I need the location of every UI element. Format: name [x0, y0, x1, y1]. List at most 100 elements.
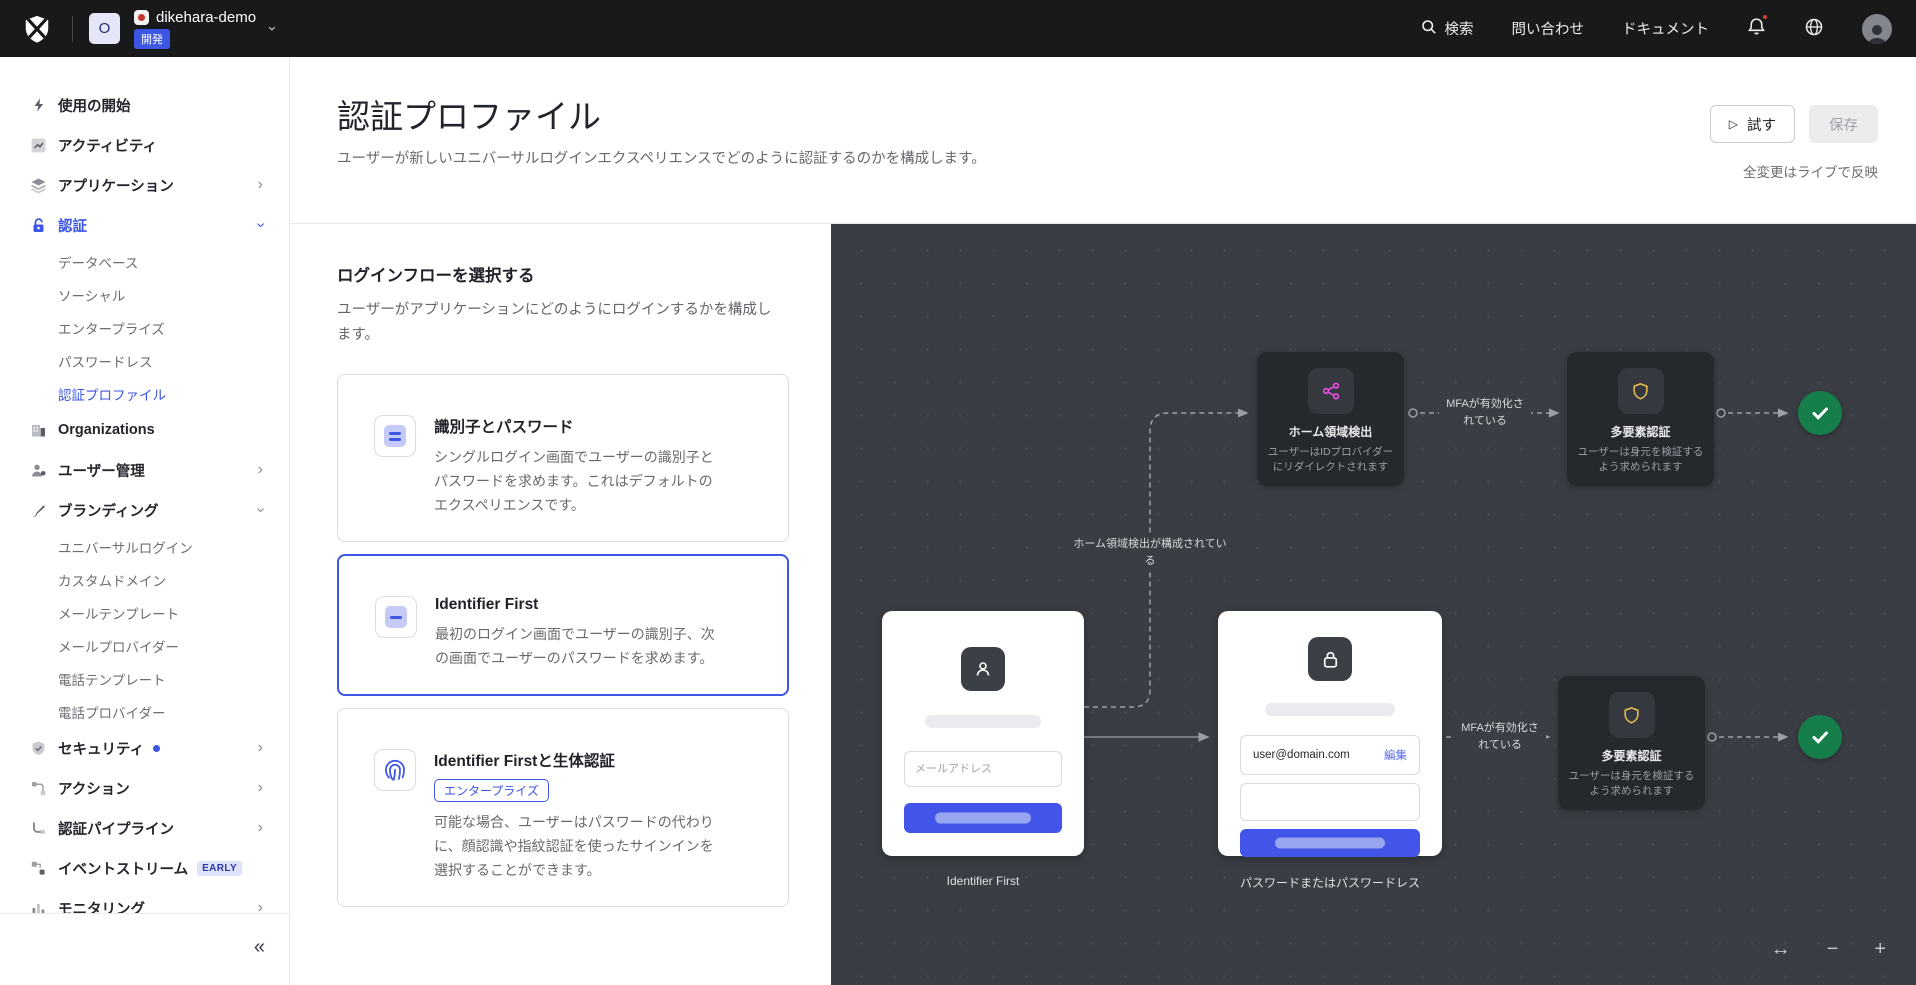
sidebar-item-label: アプリケーション [58, 175, 174, 196]
save-button[interactable]: 保存 [1809, 105, 1878, 143]
sidebar-item-user-management[interactable]: ユーザー管理 › [0, 450, 289, 490]
docs-link[interactable]: ドキュメント [1622, 18, 1709, 39]
button-label-bar [1275, 838, 1385, 849]
sidebar-item-label: メールテンプレート [58, 603, 179, 623]
pipeline-icon [30, 820, 47, 837]
sidebar-collapse-bar: « [0, 913, 289, 985]
flow-diagram-canvas[interactable]: ホーム領域検出 ユーザーはIDプロバイダーにリダイレクトされます 多要素認証 ユ… [831, 224, 1916, 985]
page-subtitle: ユーザーが新しいユニバーサルログインエクスペリエンスでどのように認証するのかを構… [337, 147, 986, 168]
live-changes-note: 全変更はライブで反映 [1743, 161, 1878, 181]
chevron-right-icon: › [258, 177, 263, 193]
topbar-right: 検索 問い合わせ ドキュメント [1421, 14, 1893, 44]
header-actions: ▷ 試す 保存 [1710, 105, 1878, 143]
sidebar-item-authentication[interactable]: 認証 › [0, 205, 289, 245]
lock-icon [1308, 637, 1352, 681]
sidebar-item-auth-pipeline[interactable]: 認証パイプライン › [0, 808, 289, 848]
button-label-bar [935, 813, 1031, 824]
sidebar-item-label: パスワードレス [58, 351, 153, 371]
sidebar-item-label: エンタープライズ [58, 318, 165, 338]
sidebar-item-passwordless[interactable]: パスワードレス [0, 344, 289, 377]
node-title: 多要素認証 [1558, 747, 1705, 764]
email-placeholder: メールアドレス [905, 752, 1061, 786]
search-button[interactable]: 検索 [1421, 18, 1474, 39]
sidebar-item-phone-provider[interactable]: 電話プロバイダー [0, 695, 289, 728]
node-mfa-bottom: 多要素認証 ユーザーは身元を検証するよう求められます [1558, 676, 1705, 810]
sidebar-item-getting-started[interactable]: 使用の開始 [0, 85, 289, 125]
option-title: Identifier First [435, 596, 727, 614]
success-check-icon [1798, 715, 1842, 759]
user-avatar[interactable] [1862, 14, 1892, 44]
chevron-right-icon: › [258, 820, 263, 836]
try-button-label: 試す [1747, 114, 1776, 135]
sidebar-item-email-templates[interactable]: メールテンプレート [0, 596, 289, 629]
brush-icon [30, 502, 47, 519]
sidebar: 使用の開始 アクティビティ アプリケーション › 認証 › データベース ソーシ… [0, 57, 290, 985]
option-identifier-first-biometrics[interactable]: Identifier Firstと生体認証 エンタープライズ 可能な場合、ユーザ… [337, 708, 789, 907]
sidebar-item-security[interactable]: セキュリティ › [0, 728, 289, 768]
sidebar-item-label: アクション [58, 778, 130, 799]
chevron-down-icon: › [264, 26, 281, 31]
notifications-button[interactable] [1747, 17, 1766, 40]
try-button[interactable]: ▷ 試す [1710, 105, 1795, 143]
sidebar-item-actions[interactable]: アクション › [0, 768, 289, 808]
sidebar-item-label: 認証 [58, 215, 87, 236]
mock-card-label: パスワードまたはパスワードレス [1218, 874, 1442, 891]
sidebar-item-universal-login[interactable]: ユニバーサルログイン [0, 530, 289, 563]
sidebar-item-activity[interactable]: アクティビティ [0, 125, 289, 165]
contact-link[interactable]: 問い合わせ [1512, 18, 1585, 39]
environment-badge: 開発 [134, 29, 170, 49]
notification-dot [1761, 13, 1769, 21]
shield-icon [1618, 368, 1664, 414]
chevron-down-icon: › [252, 222, 268, 227]
flow-panel-description: ユーザーがアプリケーションにどのようにログインするかを構成します。 [337, 298, 782, 348]
sidebar-item-enterprise[interactable]: エンタープライズ [0, 311, 289, 344]
sidebar-item-authentication-profile[interactable]: 認証プロファイル [0, 377, 289, 410]
sidebar-item-label: 電話テンプレート [58, 669, 166, 689]
sidebar-item-label: ソーシャル [58, 285, 125, 305]
early-badge: EARLY [197, 861, 242, 876]
node-title: 多要素認証 [1567, 423, 1714, 440]
node-home-realm-discovery: ホーム領域検出 ユーザーはIDプロバイダーにリダイレクトされます [1257, 352, 1404, 486]
option-title: Identifier Firstと生体認証 [434, 749, 726, 771]
option-description: シングルログイン画面でユーザーの識別子とパスワードを求めます。これはデフォルトの… [434, 445, 726, 517]
search-icon [1421, 19, 1437, 39]
sidebar-item-phone-templates[interactable]: 電話テンプレート [0, 662, 289, 695]
chevron-right-icon: › [258, 462, 263, 478]
option-identifier-password[interactable]: 識別子とパスワード シングルログイン画面でユーザーの識別子とパスワードを求めます… [337, 374, 789, 542]
sidebar-item-social[interactable]: ソーシャル [0, 278, 289, 311]
edge-label-mfa-enabled-top: MFAが有効化されている [1439, 394, 1531, 432]
zoom-controls: ↔ − + [1771, 939, 1886, 959]
shield-check-icon [30, 740, 47, 757]
edit-link[interactable]: 編集 [1384, 747, 1407, 763]
zoom-out-icon[interactable]: − [1827, 939, 1839, 959]
chevron-right-icon: › [258, 780, 263, 796]
zoom-in-icon[interactable]: + [1874, 939, 1886, 959]
sidebar-item-label: メールプロバイダー [58, 636, 179, 656]
sidebar-item-label: ユニバーサルログイン [58, 537, 193, 557]
option-identifier-first[interactable]: Identifier First 最初のログイン画面でユーザーの識別子、次の画面… [337, 554, 789, 696]
sidebar-item-custom-domains[interactable]: カスタムドメイン [0, 563, 289, 596]
email-value: user@domain.com [1253, 749, 1350, 761]
page-header: 認証プロファイル ユーザーが新しいユニバーサルログインエクスペリエンスでどのよう… [290, 57, 1916, 224]
password-input-mock [1240, 783, 1420, 821]
language-button[interactable] [1804, 17, 1824, 41]
sidebar-item-organizations[interactable]: Organizations [0, 410, 289, 450]
node-subtitle: ユーザーはIDプロバイダーにリダイレクトされます [1257, 445, 1404, 475]
sidebar-item-applications[interactable]: アプリケーション › [0, 165, 289, 205]
submit-button-mock [904, 803, 1062, 833]
mock-card-label: Identifier First [882, 874, 1084, 888]
tenant-switcher[interactable]: dikehara-demo 開発 [134, 9, 256, 49]
sidebar-collapse-button[interactable]: « [254, 936, 265, 959]
mock-password-card: user@domain.com 編集 [1218, 611, 1442, 856]
sidebar-item-email-provider[interactable]: メールプロバイダー [0, 629, 289, 662]
sidebar-item-database[interactable]: データベース [0, 245, 289, 278]
edge-label-hrd-configured: ホーム領域検出が構成されている [1071, 534, 1229, 572]
fit-width-icon[interactable]: ↔ [1771, 939, 1791, 959]
topbar-divider [72, 16, 73, 42]
sidebar-item-branding[interactable]: ブランディング › [0, 490, 289, 530]
layers-icon [30, 177, 47, 194]
email-filled-input-mock: user@domain.com 編集 [1240, 735, 1420, 775]
sidebar-item-event-streams[interactable]: イベントストリーム EARLY [0, 848, 289, 888]
mock-identifier-first-card: メールアドレス [882, 611, 1084, 856]
sidebar-item-label: Organizations [58, 422, 155, 438]
